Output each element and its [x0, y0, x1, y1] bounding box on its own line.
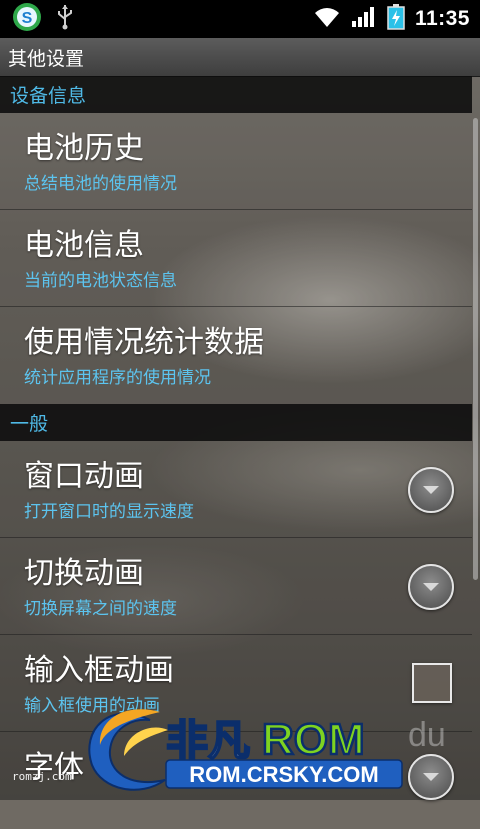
pref-window-animation[interactable]: 窗口动画 打开窗口时的显示速度: [0, 441, 472, 538]
watermark-brand-rom: ROM: [262, 715, 365, 764]
signal-icon: [351, 6, 377, 32]
scrollbar[interactable]: [473, 118, 478, 580]
pref-title: 使用情况统计数据: [24, 325, 264, 360]
page-title: 其他设置: [8, 47, 85, 70]
section-header-general: 一般: [0, 404, 472, 441]
watermark-faded: du: [408, 716, 446, 754]
pref-title: 输入框动画: [24, 653, 174, 688]
pref-summary: 切换屏幕之间的速度: [24, 599, 177, 619]
pref-battery-info[interactable]: 电池信息 当前的电池状态信息: [0, 210, 472, 307]
clock: 11:35: [414, 7, 470, 30]
pref-transition-animation[interactable]: 切换动画 切换屏幕之间的速度: [0, 538, 472, 635]
watermark-url: ROM.CRSKY.COM: [189, 762, 378, 787]
svg-text:S: S: [22, 10, 33, 27]
chevron-down-icon[interactable]: [408, 564, 454, 610]
watermark: 非凡 ROM ROM.CRSKY.COM du romzj.com: [0, 690, 480, 800]
usb-icon: [56, 4, 74, 34]
pref-title: 窗口动画: [24, 459, 144, 494]
pref-battery-history[interactable]: 电池历史 总结电池的使用情况: [0, 113, 472, 210]
pref-title: 切换动画: [24, 556, 144, 591]
status-bar: S 11:35: [0, 0, 480, 38]
watermark-small: romzj.com: [12, 770, 72, 783]
sogou-s-icon: S: [12, 2, 42, 36]
wifi-icon: [313, 6, 341, 32]
pref-title: 电池历史: [24, 131, 144, 166]
watermark-brand-cn: 非凡: [166, 716, 250, 765]
pref-summary: 总结电池的使用情况: [24, 174, 177, 194]
watermark-logo: 非凡 ROM ROM.CRSKY.COM du: [88, 709, 446, 791]
pref-usage-stats[interactable]: 使用情况统计数据 统计应用程序的使用情况: [0, 307, 472, 404]
battery-charging-icon: [387, 4, 405, 34]
section-header-device-info: 设备信息: [0, 76, 472, 113]
pref-summary: 打开窗口时的显示速度: [24, 502, 194, 522]
pref-summary: 当前的电池状态信息: [24, 271, 177, 291]
pref-summary: 统计应用程序的使用情况: [24, 368, 211, 388]
chevron-down-icon[interactable]: [408, 467, 454, 513]
pref-title: 电池信息: [24, 228, 144, 263]
title-bar: 其他设置: [0, 38, 480, 77]
